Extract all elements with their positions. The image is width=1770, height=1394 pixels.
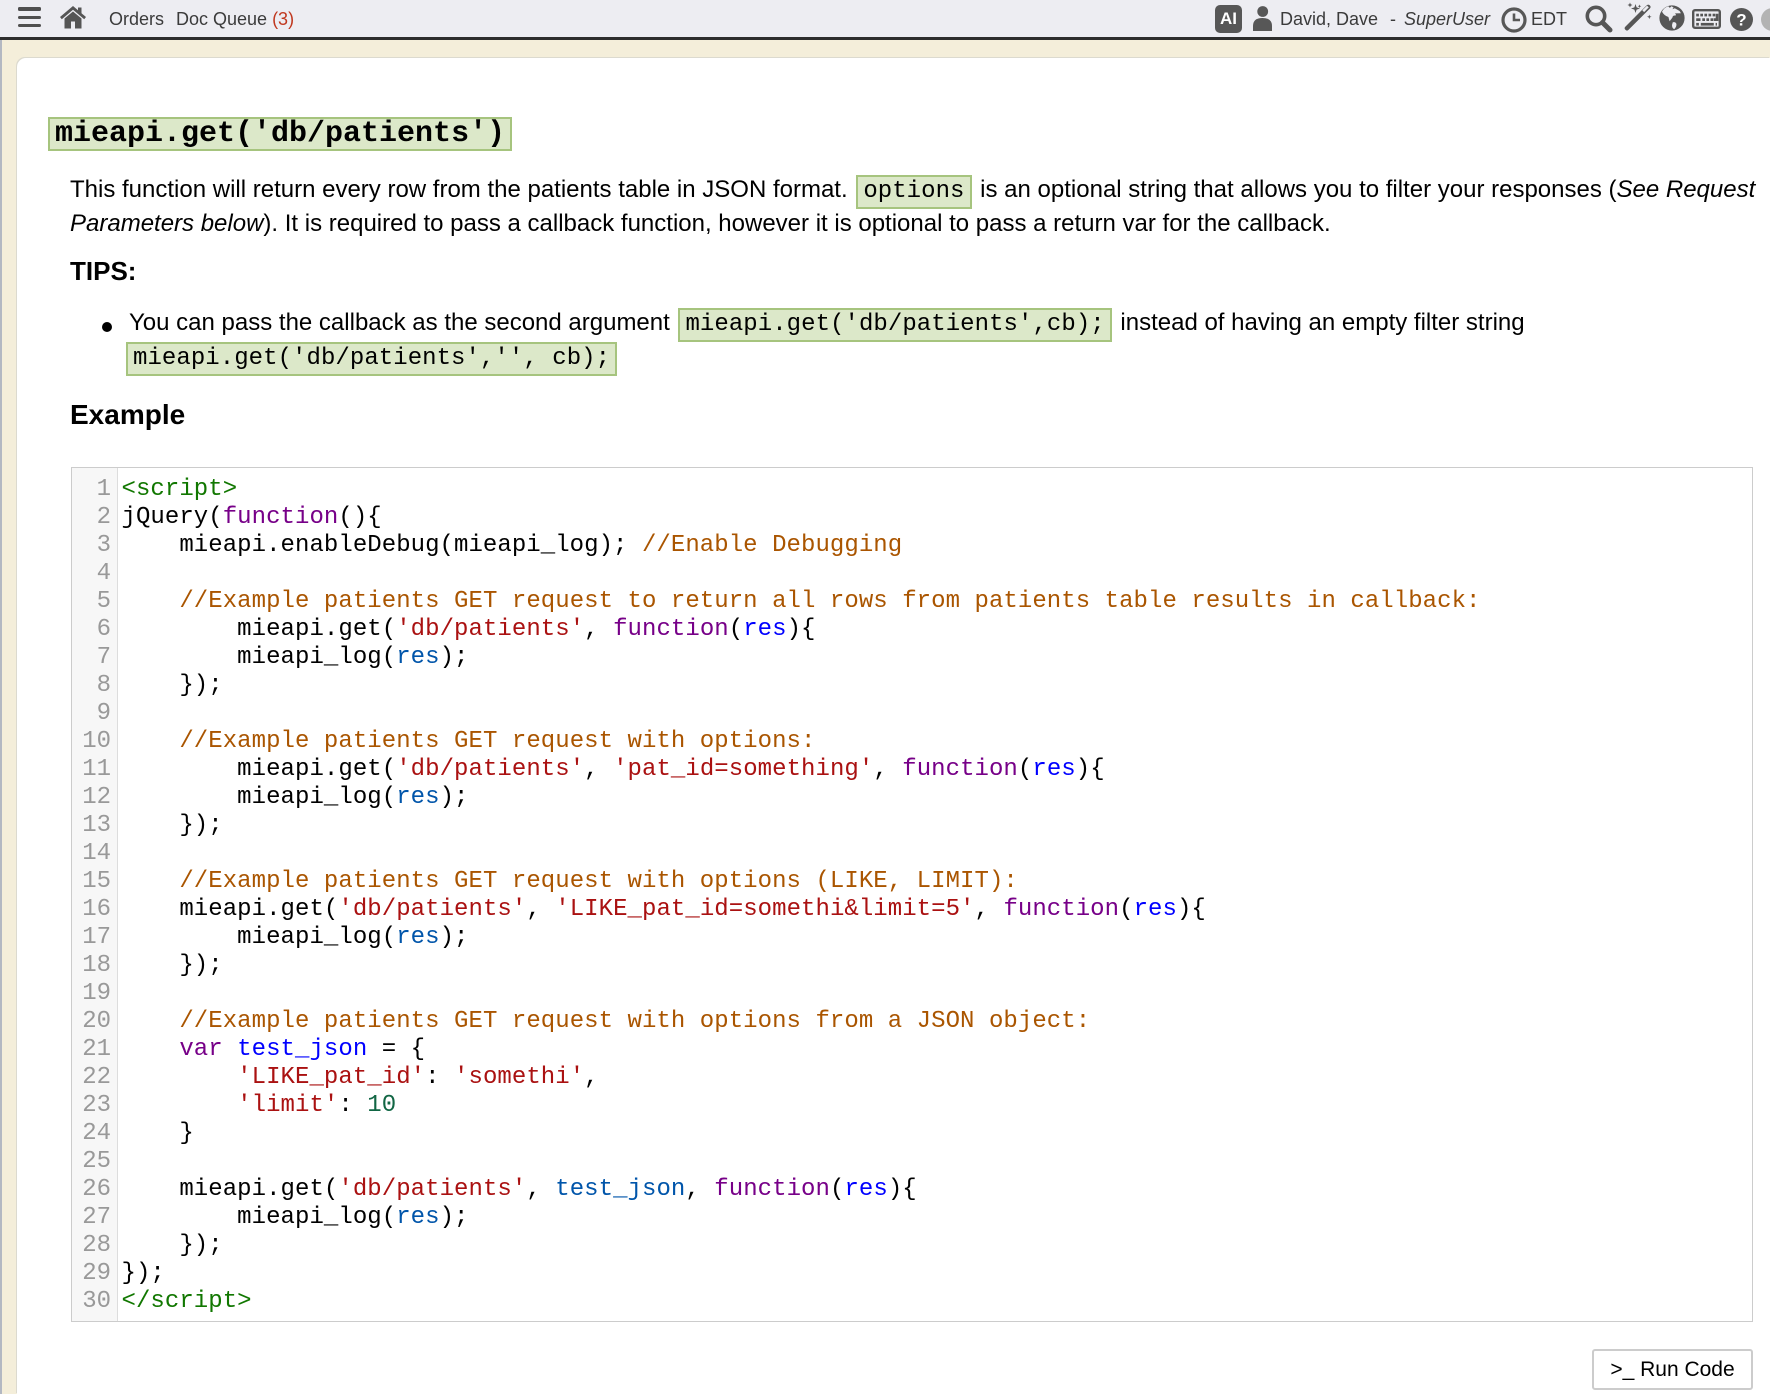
svg-text:?: ? xyxy=(1736,10,1746,29)
